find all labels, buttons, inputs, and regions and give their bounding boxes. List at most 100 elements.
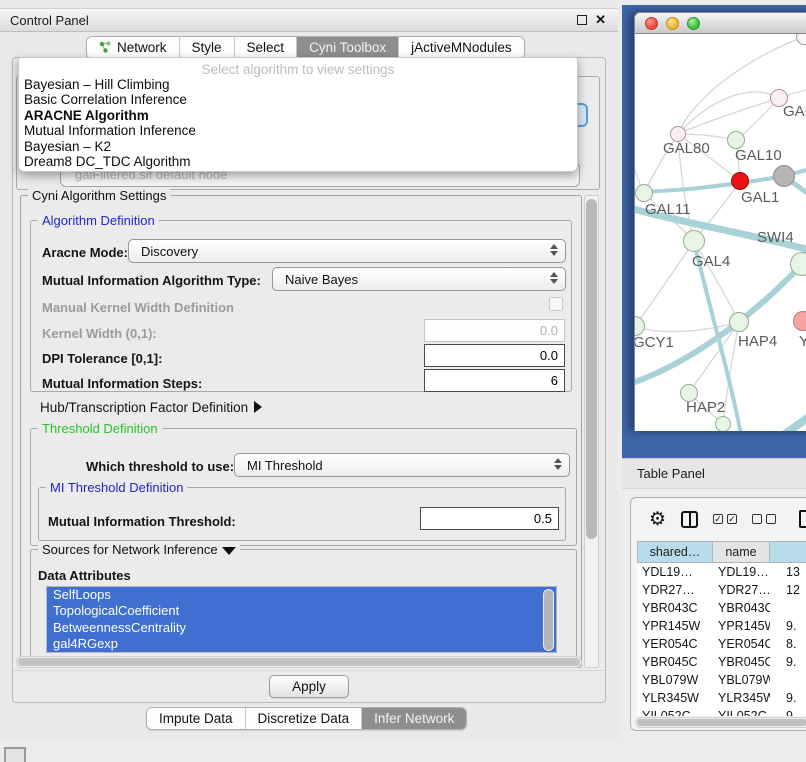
dropdown-item-dream8[interactable]: Dream8 DC_TDC Algorithm xyxy=(19,154,577,169)
aracne-mode-combo[interactable]: Discovery xyxy=(128,239,566,263)
table-row[interactable]: YER054CYER054C8. xyxy=(637,635,806,653)
which-threshold-combo[interactable]: MI Threshold xyxy=(234,453,570,477)
minimize-traffic-light-icon[interactable] xyxy=(666,17,679,30)
dropdown-item-bayesian-k2[interactable]: Bayesian – K2 xyxy=(19,139,577,154)
screen: Control Panel ✕ Network Style Select Cyn xyxy=(0,0,806,762)
node-label: GAL80 xyxy=(663,140,710,157)
table-row[interactable]: YBR043CYBR043C xyxy=(637,599,806,617)
scrollbar-thumb[interactable] xyxy=(586,199,597,539)
manual-kernel-label: Manual Kernel Width Definition xyxy=(42,300,234,315)
attribute-item[interactable]: gal4RGexp xyxy=(47,636,556,652)
tab-select[interactable]: Select xyxy=(235,37,298,58)
attribute-item[interactable]: BetweennessCentrality xyxy=(47,620,556,636)
node-label: GAL1 xyxy=(741,189,779,206)
table-row[interactable]: YBL079WYBL079W xyxy=(637,671,806,689)
network-window-titlebar[interactable] xyxy=(634,12,806,34)
minimized-panel-icon[interactable] xyxy=(4,747,26,762)
table-row[interactable]: YLR345WYLR345W9. xyxy=(637,689,806,707)
mi-type-combo[interactable]: Naive Bayes xyxy=(272,267,566,291)
threshold-definition-title: Threshold Definition xyxy=(38,421,162,436)
select-all-icon[interactable]: ✓✓ xyxy=(713,514,737,524)
list-vertical-scrollbar[interactable] xyxy=(543,589,554,651)
network-node-hap4[interactable] xyxy=(729,312,749,332)
manual-kernel-checkbox[interactable] xyxy=(549,297,563,311)
table-function-icon[interactable] xyxy=(799,510,806,528)
close-icon[interactable]: ✕ xyxy=(595,13,606,27)
mi-steps-field[interactable]: 6 xyxy=(424,369,565,392)
settings-vertical-scrollbar[interactable] xyxy=(584,195,599,668)
gear-icon[interactable]: ⚙ xyxy=(649,510,666,529)
network-node-gal1[interactable] xyxy=(731,172,749,190)
control-panel-title: Control Panel xyxy=(0,13,89,28)
network-icon xyxy=(99,41,112,54)
mi-threshold-group-title: MI Threshold Definition xyxy=(46,480,187,495)
tab-network[interactable]: Network xyxy=(87,37,180,58)
sources-group-toggle[interactable]: Sources for Network Inference xyxy=(38,542,240,557)
combo-arrows-icon xyxy=(550,272,558,284)
control-panel-tabbar: Network Style Select Cyni Toolbox jActiv… xyxy=(86,36,525,59)
tab-discretize-data[interactable]: Discretize Data xyxy=(246,708,363,729)
scrollbar-thumb[interactable] xyxy=(544,590,553,650)
data-attributes-label: Data Attributes xyxy=(38,568,131,583)
table-row[interactable]: YDR27…YDR27…12 xyxy=(637,581,806,599)
dropdown-item-bayesian-hill-climbing[interactable]: Bayesian – Hill Climbing xyxy=(19,77,577,92)
tab-infer-network[interactable]: Infer Network xyxy=(362,708,466,729)
column-layout-icon[interactable] xyxy=(681,511,698,528)
collapsed-arrow-icon xyxy=(254,401,262,413)
network-node[interactable] xyxy=(715,416,731,431)
kernel-width-field[interactable]: 0.0 xyxy=(424,319,565,342)
network-node-gal11[interactable] xyxy=(635,184,653,202)
tab-impute-data[interactable]: Impute Data xyxy=(147,708,246,729)
table-panel-bar: Table Panel xyxy=(622,458,806,489)
dropdown-item-basic-correlation[interactable]: Basic Correlation Inference xyxy=(19,92,577,107)
table-panel-window: ⚙ ✓✓ shared… name A YDL19…YDL19…13 YDR27… xyxy=(630,497,806,731)
dpi-tolerance-label: DPI Tolerance [0,1]: xyxy=(42,351,162,366)
node-label: GAL10 xyxy=(735,147,782,164)
network-window: GAL GAL80 GAL10 GAL1 GAL11 GAL4 SWI4 GCY… xyxy=(634,12,806,431)
dropdown-prompt: Select algorithm to view settings xyxy=(19,58,577,77)
scrollbar-thumb[interactable] xyxy=(637,719,806,726)
hub-definition-toggle[interactable]: Hub/Transcription Factor Definition xyxy=(40,400,262,415)
tab-cyni-toolbox[interactable]: Cyni Toolbox xyxy=(297,37,399,58)
node-table-header: shared… name A xyxy=(637,541,806,563)
control-panel-titlebar: Control Panel ✕ xyxy=(0,8,618,32)
node-table-rows: YDL19…YDL19…13 YDR27…YDR27…12 YBR043CYBR… xyxy=(637,563,806,716)
mi-threshold-field[interactable]: 0.5 xyxy=(420,507,559,530)
column-header-name[interactable]: name xyxy=(713,541,770,563)
aracne-mode-label: Aracne Mode: xyxy=(42,245,128,260)
settings-horizontal-scrollbar[interactable] xyxy=(16,656,582,668)
zoom-traffic-light-icon[interactable] xyxy=(687,17,700,30)
dropdown-item-mutual-information[interactable]: Mutual Information Inference xyxy=(19,123,577,138)
table-toolbar: ⚙ ✓✓ xyxy=(631,498,806,540)
table-panel-title: Table Panel xyxy=(622,466,705,481)
combo-arrows-icon xyxy=(554,458,562,470)
table-row[interactable]: YDL19…YDL19…13 xyxy=(637,563,806,581)
algorithm-definition-title: Algorithm Definition xyxy=(38,213,159,228)
network-node-y[interactable] xyxy=(793,311,806,331)
scrollbar-thumb[interactable] xyxy=(18,658,580,666)
settings-group-title: Cyni Algorithm Settings xyxy=(28,188,170,203)
combo-arrows-icon xyxy=(550,244,558,256)
close-traffic-light-icon[interactable] xyxy=(645,17,658,30)
attribute-item[interactable]: SelfLoops xyxy=(47,587,556,603)
network-node-unnamed[interactable] xyxy=(773,165,795,187)
network-canvas[interactable]: GAL GAL80 GAL10 GAL1 GAL11 GAL4 SWI4 GCY… xyxy=(634,34,806,431)
tab-jactivemnodules[interactable]: jActiveMNodules xyxy=(399,37,524,58)
tab-style[interactable]: Style xyxy=(180,37,235,58)
kernel-width-label: Kernel Width (0,1): xyxy=(42,326,157,341)
float-window-icon[interactable] xyxy=(577,15,587,25)
data-attributes-list: SelfLoops TopologicalCoefficient Between… xyxy=(46,586,557,653)
table-row[interactable]: YIL052CYIL052C9. xyxy=(637,707,806,716)
attribute-item[interactable]: TopologicalCoefficient xyxy=(47,603,556,619)
table-row[interactable]: YPR145WYPR145W9. xyxy=(637,617,806,635)
column-header-shared-name[interactable]: shared… xyxy=(637,541,713,563)
control-panel: Control Panel ✕ Network Style Select Cyn xyxy=(0,0,618,740)
table-horizontal-scrollbar[interactable] xyxy=(635,717,806,728)
dropdown-item-aracne[interactable]: ARACNE Algorithm xyxy=(19,108,577,123)
table-row[interactable]: YBR045CYBR045C9. xyxy=(637,653,806,671)
dpi-tolerance-field[interactable]: 0.0 xyxy=(424,344,565,367)
apply-button[interactable]: Apply xyxy=(269,675,349,698)
column-header-partial[interactable]: A xyxy=(770,541,806,563)
network-node-gal4[interactable] xyxy=(683,230,705,252)
deselect-all-icon[interactable] xyxy=(752,514,776,524)
